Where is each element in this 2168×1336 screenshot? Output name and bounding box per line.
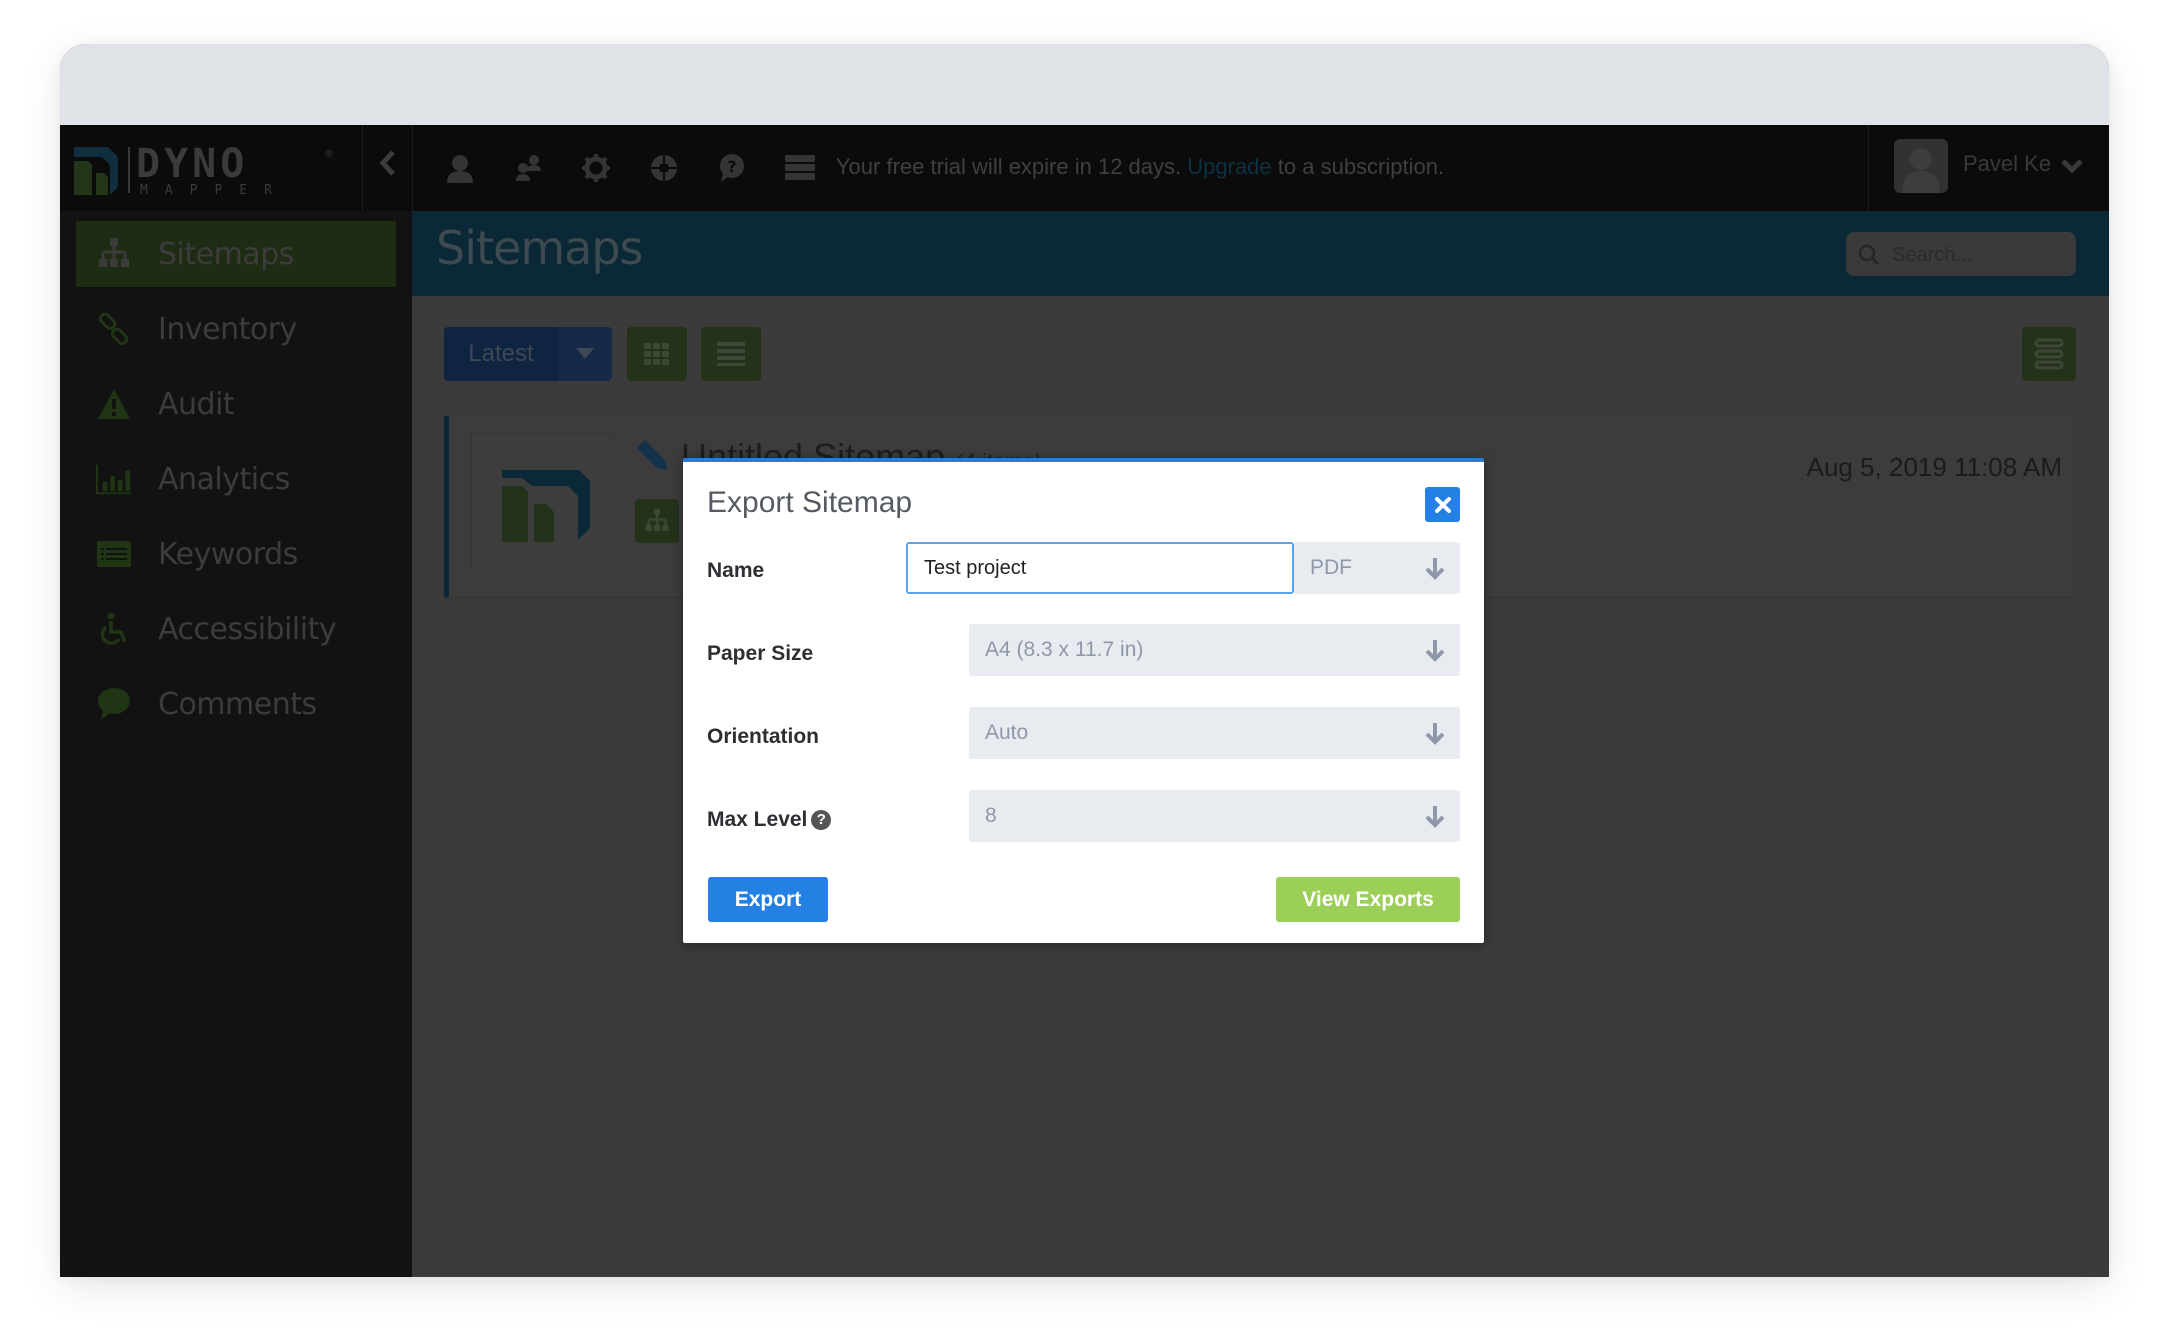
export-sitemap-modal: Export Sitemap Name PDF Paper Size A4 (8… xyxy=(683,458,1484,943)
sidebar-item-keywords[interactable]: Keywords xyxy=(76,521,396,587)
help-icon[interactable]: ? xyxy=(811,810,832,830)
user-menu[interactable]: Pavel Ke xyxy=(1963,151,2051,177)
chevron-left-icon xyxy=(379,150,395,176)
orientation-label: Orientation xyxy=(707,725,820,748)
sidebar-item-label: Comments xyxy=(158,686,317,722)
sidebar-item-comments[interactable]: Comments xyxy=(76,671,396,737)
upgrade-link[interactable]: Upgrade xyxy=(1187,154,1271,179)
search-icon xyxy=(1858,244,1879,265)
open-sitemap-button[interactable] xyxy=(635,499,679,543)
top-bar: DYNO MAPPER ® ? Your free trial will exp… xyxy=(60,125,2109,211)
grid-icon xyxy=(644,343,669,365)
sidebar-item-label: Keywords xyxy=(158,536,298,572)
view-exports-button[interactable]: View Exports xyxy=(1276,877,1460,922)
list-view-button[interactable] xyxy=(701,327,761,381)
warning-icon xyxy=(96,386,132,422)
format-select[interactable]: PDF xyxy=(1294,542,1460,594)
trial-notice: Your free trial will expire in 12 days. … xyxy=(640,125,1640,211)
arrow-down-icon xyxy=(1425,723,1445,745)
sort-latest-button[interactable]: Latest xyxy=(444,327,558,381)
link-icon xyxy=(96,311,132,347)
max-level-value: 8 xyxy=(985,804,997,827)
arrow-down-icon xyxy=(1425,806,1445,828)
arrow-down-icon xyxy=(1425,640,1445,662)
svg-text:®: ® xyxy=(324,149,334,160)
name-label: Name xyxy=(707,559,765,582)
sidebar: Sitemaps Inventory Audit Analytics Keywo… xyxy=(60,211,412,1277)
format-value: PDF xyxy=(1310,556,1352,579)
chevron-down-icon[interactable] xyxy=(2060,155,2084,177)
sort-dropdown: Latest xyxy=(444,327,612,381)
dyno-mapper-logo[interactable]: DYNO MAPPER ® xyxy=(74,143,414,197)
export-button[interactable]: Export xyxy=(708,877,828,922)
divider xyxy=(362,125,363,211)
users-icon xyxy=(516,155,541,181)
trial-suffix: to a subscription. xyxy=(1277,154,1445,179)
grid-view-button[interactable] xyxy=(627,327,687,381)
sitemap-thumbnail[interactable] xyxy=(471,433,611,573)
list-icon xyxy=(96,536,132,572)
max-level-select[interactable]: 8 xyxy=(969,790,1460,842)
sidebar-item-label: Audit xyxy=(158,386,235,422)
user-icon xyxy=(447,155,473,183)
search-input[interactable] xyxy=(1890,232,2074,278)
wheelchair-icon xyxy=(96,611,132,647)
divider xyxy=(412,125,413,211)
sitemap-icon xyxy=(96,236,132,272)
caret-down-icon xyxy=(576,348,594,359)
pencil-icon[interactable] xyxy=(635,438,669,472)
paper-size-select[interactable]: A4 (8.3 x 11.7 in) xyxy=(969,624,1460,676)
sidebar-item-label: Analytics xyxy=(158,461,290,497)
page-header: Sitemaps xyxy=(412,211,2109,296)
sidebar-item-accessibility[interactable]: Accessibility xyxy=(76,596,396,662)
close-button[interactable] xyxy=(1425,487,1460,522)
gear-icon xyxy=(582,154,610,182)
settings-button[interactable] xyxy=(576,147,616,189)
sidebar-item-label: Accessibility xyxy=(158,611,337,647)
sitemap-date: Aug 5, 2019 11:08 AM xyxy=(1806,452,2062,482)
modal-title: Export Sitemap xyxy=(707,486,913,519)
divider xyxy=(1868,125,1869,211)
trial-text: Your free trial will expire in 12 days. xyxy=(835,154,1182,179)
orientation-select[interactable]: Auto xyxy=(969,707,1460,759)
team-button[interactable] xyxy=(508,147,548,189)
sort-dropdown-toggle[interactable] xyxy=(558,327,612,381)
sidebar-item-inventory[interactable]: Inventory xyxy=(76,296,396,362)
window-titlebar xyxy=(60,44,2109,125)
name-input[interactable] xyxy=(906,542,1294,594)
svg-text:DYNO: DYNO xyxy=(136,143,248,187)
comment-icon xyxy=(96,686,132,722)
sitemap-icon xyxy=(645,508,669,531)
max-level-label-group: Max Level? xyxy=(707,808,832,832)
arrow-down-icon xyxy=(1425,558,1445,580)
paper-size-label: Paper Size xyxy=(707,642,814,665)
sidebar-item-sitemaps[interactable]: Sitemaps xyxy=(76,221,396,287)
sidebar-item-audit[interactable]: Audit xyxy=(76,371,396,437)
close-icon xyxy=(1434,496,1451,513)
sidebar-item-label: Inventory xyxy=(158,311,297,347)
svg-text:MAPPER: MAPPER xyxy=(140,183,289,197)
toggles-icon xyxy=(2034,338,2064,370)
max-level-label: Max Level xyxy=(707,808,808,831)
account-button[interactable] xyxy=(440,147,480,189)
page-title: Sitemaps xyxy=(436,221,643,275)
user-avatar-icon xyxy=(1902,148,1940,193)
paper-size-value: A4 (8.3 x 11.7 in) xyxy=(985,638,1144,661)
filter-toggle-button[interactable] xyxy=(2022,327,2076,381)
orientation-value: Auto xyxy=(985,721,1029,744)
dyno-logo-icon xyxy=(502,470,590,542)
avatar[interactable] xyxy=(1894,139,1948,193)
sidebar-item-label: Sitemaps xyxy=(158,236,294,272)
sidebar-item-analytics[interactable]: Analytics xyxy=(76,446,396,512)
sidebar-collapse-button[interactable] xyxy=(370,147,406,187)
list-lines-icon xyxy=(717,342,745,366)
bar-chart-icon xyxy=(96,461,132,497)
search-box[interactable] xyxy=(1846,232,2076,278)
